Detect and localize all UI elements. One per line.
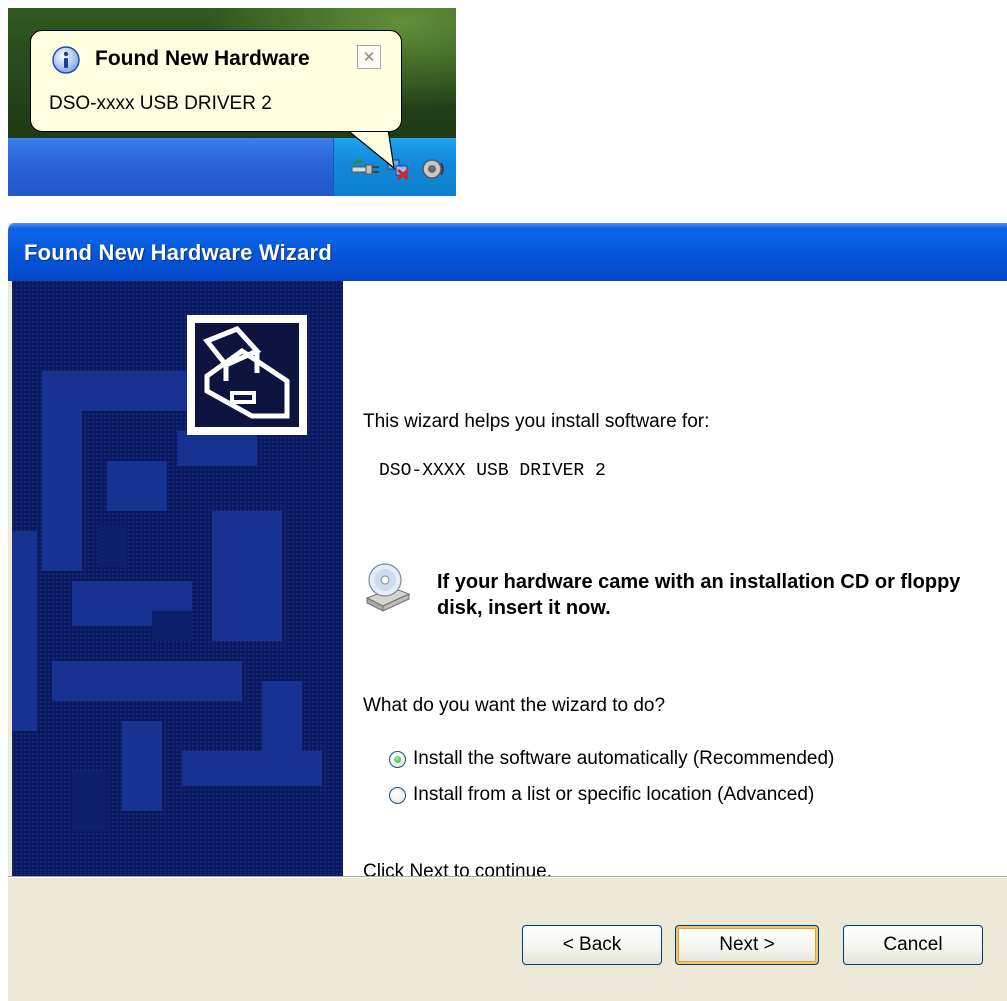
notification-balloon[interactable]: Found New Hardware ✕ DSO-xxxx USB DRIVER…: [30, 30, 402, 132]
option-label[interactable]: Install from a list or specific location…: [413, 784, 814, 806]
side-banner-art: [12, 281, 343, 876]
intro-text: This wizard helps you install software f…: [363, 411, 710, 432]
question-text: What do you want the wizard to do?: [363, 695, 666, 716]
balloon-message: DSO-xxxx USB DRIVER 2: [49, 93, 272, 114]
footer-divider: [8, 876, 1007, 878]
continue-text: Click Next to continue.: [363, 861, 553, 882]
next-button[interactable]: Next >: [675, 925, 819, 965]
back-button[interactable]: < Back: [522, 925, 662, 965]
window-title: Found New Hardware Wizard: [24, 240, 332, 265]
device-name: DSO-XXXX USB DRIVER 2: [379, 461, 606, 481]
close-glyph: ✕: [362, 48, 376, 66]
cd-instruction: If your hardware came with an installati…: [437, 571, 961, 619]
wizard-side-banner: [12, 281, 343, 876]
hardware-wizard-window: Found New Hardware Wizard This wizard he…: [8, 223, 1007, 1001]
notification-area-snippet: Found New Hardware ✕ DSO-xxxx USB DRIVER…: [8, 8, 456, 196]
wizard-content-panel: This wizard helps you install software f…: [343, 281, 1007, 882]
option-label[interactable]: Install the software automatically (Reco…: [413, 748, 834, 770]
option-install-automatically[interactable]: Install the software automatically (Reco…: [389, 746, 834, 772]
close-icon[interactable]: ✕: [357, 45, 381, 69]
hardware-wizard-icon: [187, 315, 307, 435]
radio-advanced[interactable]: [389, 786, 406, 804]
title-bar[interactable]: Found New Hardware Wizard: [8, 223, 1007, 281]
cancel-button[interactable]: Cancel: [843, 925, 983, 965]
balloon-title: Found New Hardware: [95, 47, 310, 70]
option-install-from-list[interactable]: Install from a list or specific location…: [389, 782, 814, 808]
speaker-icon[interactable]: [420, 158, 446, 180]
cd-drive-icon: [365, 563, 411, 612]
radio-automatic[interactable]: [389, 750, 406, 768]
info-icon: [52, 46, 80, 74]
